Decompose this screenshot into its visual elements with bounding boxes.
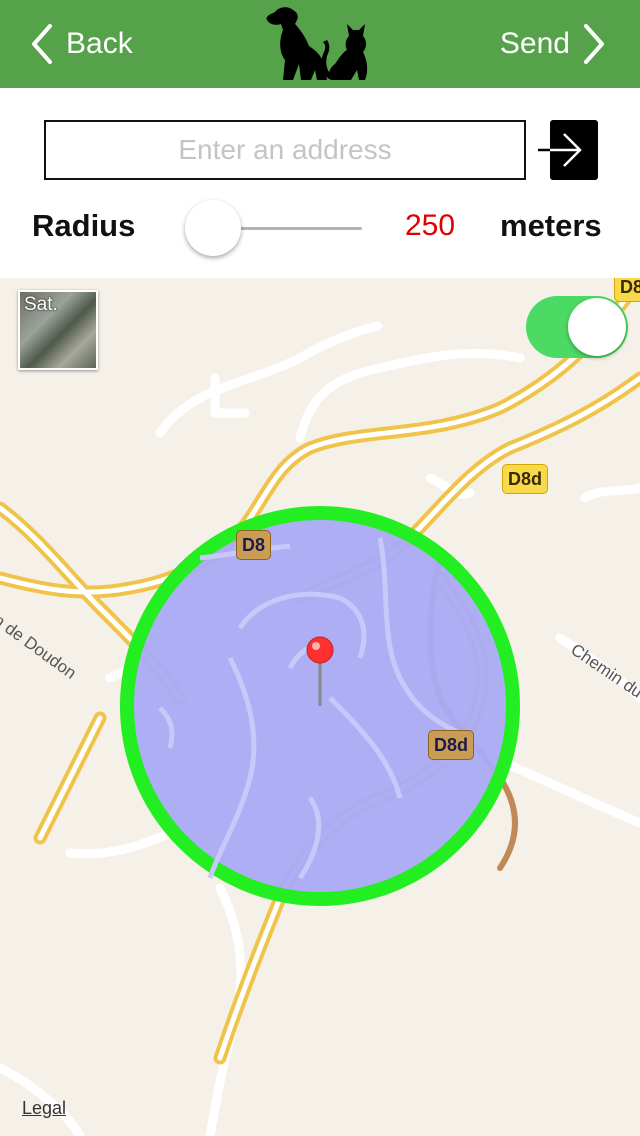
chevron-right-icon: [584, 24, 604, 64]
satellite-label: Sat.: [24, 294, 58, 315]
map-view[interactable]: Sat. D8 D8d D8d D8 in de Doudon Chemin d…: [0, 278, 640, 1136]
radius-circle-overlay: [120, 506, 520, 906]
back-button[interactable]: Back: [26, 0, 133, 88]
back-label: Back: [66, 27, 133, 60]
satellite-view-button[interactable]: Sat.: [18, 290, 98, 370]
radius-value: 250: [404, 209, 456, 242]
arrow-right-icon: [538, 133, 582, 167]
overlay-toggle[interactable]: [526, 296, 628, 358]
road-label: D8d: [428, 730, 475, 760]
send-label: Send: [499, 27, 570, 60]
send-button[interactable]: Send: [500, 0, 610, 88]
dog-and-cat-logo-icon: [266, 7, 368, 80]
radius-unit-label: meters: [500, 208, 602, 243]
navigation-bar: Back Send: [0, 0, 640, 88]
legal-link[interactable]: Legal: [22, 1098, 66, 1119]
radius-slider-thumb[interactable]: [185, 200, 241, 256]
road-label: D8: [614, 278, 640, 302]
toggle-knob: [568, 298, 626, 356]
road-label: D8: [236, 530, 272, 560]
radius-label: Radius: [32, 208, 136, 243]
road-label: D8d: [502, 464, 549, 494]
chevron-left-icon: [32, 24, 52, 64]
controls-panel: [0, 88, 640, 278]
address-input[interactable]: [44, 120, 526, 180]
